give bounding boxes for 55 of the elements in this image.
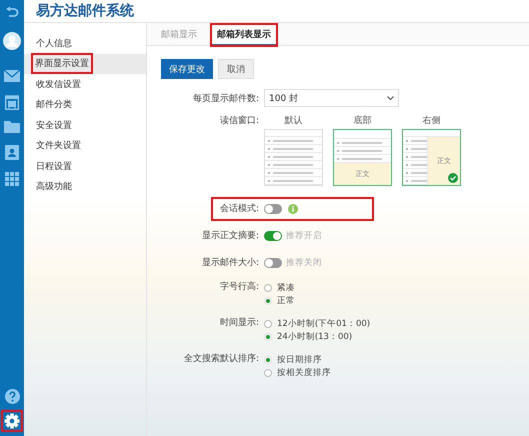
radio-option[interactable]: 12小时制(下午01：00) bbox=[264, 317, 370, 330]
calendar-icon[interactable] bbox=[5, 94, 19, 110]
radio-button[interactable] bbox=[264, 320, 272, 328]
apps-grid-icon[interactable] bbox=[5, 172, 19, 186]
radio-button[interactable] bbox=[264, 368, 272, 376]
option-label: 底部 bbox=[354, 114, 372, 127]
chevron-down-icon bbox=[387, 96, 394, 100]
setting-label: 显示邮件大小: bbox=[200, 256, 260, 269]
avatar-icon[interactable] bbox=[3, 32, 21, 50]
help-icon[interactable] bbox=[4, 389, 20, 404]
radio-option[interactable]: 按日期排序 bbox=[264, 353, 331, 366]
setting-label: 字号行高: bbox=[218, 281, 260, 294]
mail-icon[interactable] bbox=[4, 70, 20, 82]
toggle-switch[interactable] bbox=[264, 258, 282, 268]
save-button[interactable]: 保存更改 bbox=[161, 59, 213, 79]
settings-icon[interactable] bbox=[3, 412, 21, 430]
radio-button[interactable] bbox=[264, 332, 272, 340]
setting-label: 显示正文摘要: bbox=[200, 230, 260, 242]
cancel-button[interactable]: 取消 bbox=[218, 59, 254, 79]
setting-label: 时间显示: bbox=[218, 317, 260, 330]
page-size-dropdown[interactable]: 100 封 bbox=[264, 89, 399, 107]
menu-item[interactable]: 安全设置 bbox=[24, 115, 146, 136]
radio-option[interactable]: 紧凑 bbox=[264, 281, 295, 294]
menu-item[interactable]: 高级功能 bbox=[24, 176, 146, 197]
radio-button[interactable] bbox=[264, 296, 272, 304]
toggle-switch[interactable] bbox=[264, 230, 282, 240]
radio-option[interactable]: 正常 bbox=[264, 294, 295, 307]
menu-item[interactable]: 收发信设置 bbox=[24, 74, 146, 94]
menu-item[interactable]: 文件夹设置 bbox=[24, 136, 146, 156]
option-label: 右侧 bbox=[422, 114, 440, 127]
toggle-switch[interactable] bbox=[264, 204, 282, 214]
setting-label: 全文搜索默认排序: bbox=[182, 353, 260, 366]
radio-option[interactable]: 按相关度排序 bbox=[264, 366, 331, 379]
setting-label: 读信窗口: bbox=[218, 114, 260, 127]
hint-text: 推荐开启 bbox=[286, 230, 322, 242]
menu-item[interactable]: 邮件分类 bbox=[24, 94, 146, 115]
info-icon[interactable] bbox=[288, 204, 298, 214]
contacts-icon[interactable] bbox=[5, 145, 19, 160]
menu-item[interactable]: 日程设置 bbox=[24, 156, 146, 176]
folder-icon[interactable] bbox=[4, 120, 20, 133]
back-icon[interactable] bbox=[5, 6, 19, 20]
layout-preview[interactable] bbox=[264, 129, 323, 186]
radio-button[interactable] bbox=[264, 356, 272, 364]
setting-label: 会话模式: bbox=[218, 202, 260, 215]
highlight-box: 界面显示设置 bbox=[33, 55, 91, 72]
menu-item[interactable]: 界面显示设置 bbox=[24, 54, 146, 74]
app-title: 易方达邮件系统 bbox=[36, 2, 134, 20]
option-label: 默认 bbox=[284, 114, 302, 127]
check-icon bbox=[448, 173, 458, 183]
setting-label: 每页显示邮件数: bbox=[192, 92, 260, 104]
tab[interactable]: 邮箱列表显示 bbox=[211, 24, 277, 46]
menu-item[interactable]: 个人信息 bbox=[24, 33, 146, 54]
radio-option[interactable]: 24小时制(13：00) bbox=[264, 330, 370, 343]
hint-text: 推荐关闭 bbox=[286, 256, 322, 268]
radio-button[interactable] bbox=[264, 284, 272, 292]
